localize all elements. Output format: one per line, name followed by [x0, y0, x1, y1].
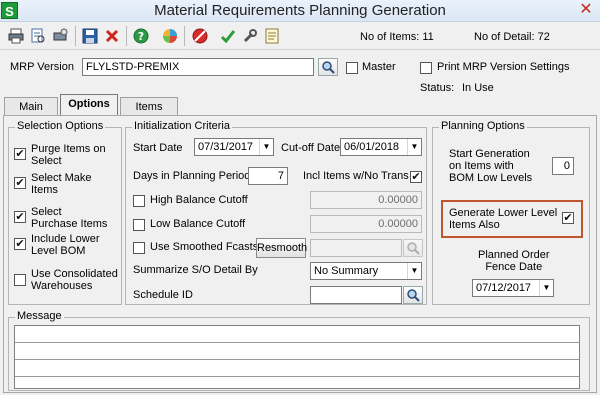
tab-main-label: Main — [19, 101, 43, 113]
high-balance-input[interactable]: 0.00000 — [310, 191, 422, 209]
mrp-version-lookup-button[interactable] — [318, 58, 338, 76]
resmooth-button[interactable]: Resmooth — [256, 238, 307, 258]
tab-options-label: Options — [68, 98, 110, 110]
days-planning-label: Days in Planning Period — [133, 170, 251, 182]
days-planning-input[interactable]: 7 — [248, 167, 288, 185]
delete-icon[interactable] — [102, 26, 122, 46]
incl-no-trans-label: Incl Items w/No Trans — [303, 170, 409, 182]
search-icon — [407, 242, 420, 255]
search-icon — [407, 289, 420, 302]
summarize-label: Summarize S/O Detail By — [133, 264, 258, 276]
smoothed-fcasts-checkbox[interactable] — [133, 242, 145, 254]
cutoff-date-input[interactable]: 06/01/2018 ▼ — [340, 138, 422, 156]
summarize-select[interactable]: No Summary ▼ — [310, 262, 422, 280]
low-balance-input[interactable]: 0.00000 — [310, 215, 422, 233]
message-row-divider — [15, 376, 579, 377]
select-purchase-items-checkbox[interactable]: ✔ — [14, 211, 26, 223]
chevron-down-icon[interactable]: ▼ — [259, 139, 273, 155]
purge-items-label: Purge Items on Select — [31, 143, 106, 167]
detail-count: No of Detail: 72 — [474, 31, 550, 43]
item-count: No of Items: 11 — [360, 31, 434, 43]
select-make-items-label: Select Make Items — [31, 172, 92, 196]
colors-icon[interactable] — [160, 26, 180, 46]
print-settings-checkbox[interactable] — [420, 62, 432, 74]
save-icon[interactable] — [80, 26, 100, 46]
high-balance-label: High Balance Cutoff — [150, 194, 248, 206]
tab-options[interactable]: Options — [60, 94, 118, 116]
help-icon[interactable]: ? — [131, 26, 151, 46]
smoothed-fcasts-label: Use Smoothed Fcasts — [150, 241, 259, 253]
window-title: Material Requirements Planning Generatio… — [154, 2, 446, 19]
start-date-input[interactable]: 07/31/2017 ▼ — [194, 138, 274, 156]
status-label: Status: — [420, 82, 455, 94]
mrp-version-label: MRP Version — [10, 61, 74, 73]
consolidated-warehouses-label: Use Consolidated Warehouses — [31, 268, 118, 292]
schedule-id-lookup-button[interactable] — [403, 286, 423, 304]
purge-items-checkbox[interactable]: ✔ — [14, 148, 26, 160]
gen-lower-level-checkbox[interactable]: ✔ — [562, 212, 574, 224]
svg-text:?: ? — [138, 30, 144, 43]
fence-date-label: Planned Order Fence Date — [478, 249, 550, 273]
print-settings-label: Print MRP Version Settings — [437, 61, 570, 73]
high-balance-checkbox[interactable] — [133, 195, 145, 207]
planning-options-title: Planning Options — [439, 120, 527, 132]
memo-icon[interactable] — [262, 26, 282, 46]
start-date-label: Start Date — [133, 142, 183, 154]
tab-main[interactable]: Main — [4, 97, 58, 116]
title-bar: S Material Requirements Planning Generat… — [0, 0, 600, 22]
include-lower-bom-label: Include Lower Level BOM — [31, 233, 100, 257]
chevron-down-icon[interactable]: ▼ — [407, 139, 421, 155]
message-list[interactable] — [14, 325, 580, 389]
include-lower-bom-checkbox[interactable]: ✔ — [14, 238, 26, 250]
smoothed-fcast-lookup-button[interactable] — [403, 239, 423, 257]
message-title: Message — [15, 310, 64, 322]
start-generation-input[interactable]: 0 — [552, 157, 574, 175]
print-preview-icon[interactable] — [28, 26, 48, 46]
search-icon — [322, 61, 335, 74]
select-purchase-items-label: Select Purchase Items — [31, 206, 108, 230]
selection-options-title: Selection Options — [15, 120, 106, 132]
smoothed-fcast-input[interactable] — [310, 239, 402, 257]
schedule-id-input[interactable] — [310, 286, 402, 304]
master-checkbox[interactable] — [346, 62, 358, 74]
close-icon[interactable]: ✕ — [574, 1, 598, 19]
start-generation-label: Start Generation on Items with BOM Low Lev… — [449, 148, 533, 184]
printer-icon[interactable] — [6, 26, 26, 46]
consolidated-warehouses-checkbox[interactable] — [14, 274, 26, 286]
tab-items-label: Items — [135, 101, 163, 113]
cancel-icon[interactable] — [190, 26, 210, 46]
message-row-divider — [15, 359, 579, 360]
chevron-down-icon[interactable]: ▼ — [539, 280, 553, 296]
mrp-version-input[interactable]: FLYLSTD-PREMIX — [82, 58, 314, 76]
message-row-divider — [15, 342, 579, 343]
low-balance-label: Low Balance Cutoff — [150, 218, 246, 230]
gen-lower-level-label: Generate Lower Level Items Also — [449, 207, 558, 231]
accept-icon[interactable] — [218, 26, 238, 46]
master-label: Master — [362, 61, 396, 73]
print-setup-icon[interactable] — [50, 26, 70, 46]
incl-no-trans-checkbox[interactable]: ✔ — [410, 171, 422, 183]
status-value: In Use — [462, 82, 494, 94]
low-balance-checkbox[interactable] — [133, 219, 145, 231]
fence-date-input[interactable]: 07/12/2017 ▼ — [472, 279, 554, 297]
chevron-down-icon[interactable]: ▼ — [407, 263, 421, 279]
toolbar: ? No of Items: 11 No of Detail: 72 — [0, 22, 600, 50]
cutoff-date-label: Cut-off Date — [281, 142, 341, 154]
tools-icon[interactable] — [240, 26, 260, 46]
select-make-items-checkbox[interactable]: ✔ — [14, 177, 26, 189]
schedule-id-label: Schedule ID — [133, 289, 193, 301]
tab-items[interactable]: Items — [120, 97, 178, 116]
init-criteria-title: Initialization Criteria — [132, 120, 232, 132]
